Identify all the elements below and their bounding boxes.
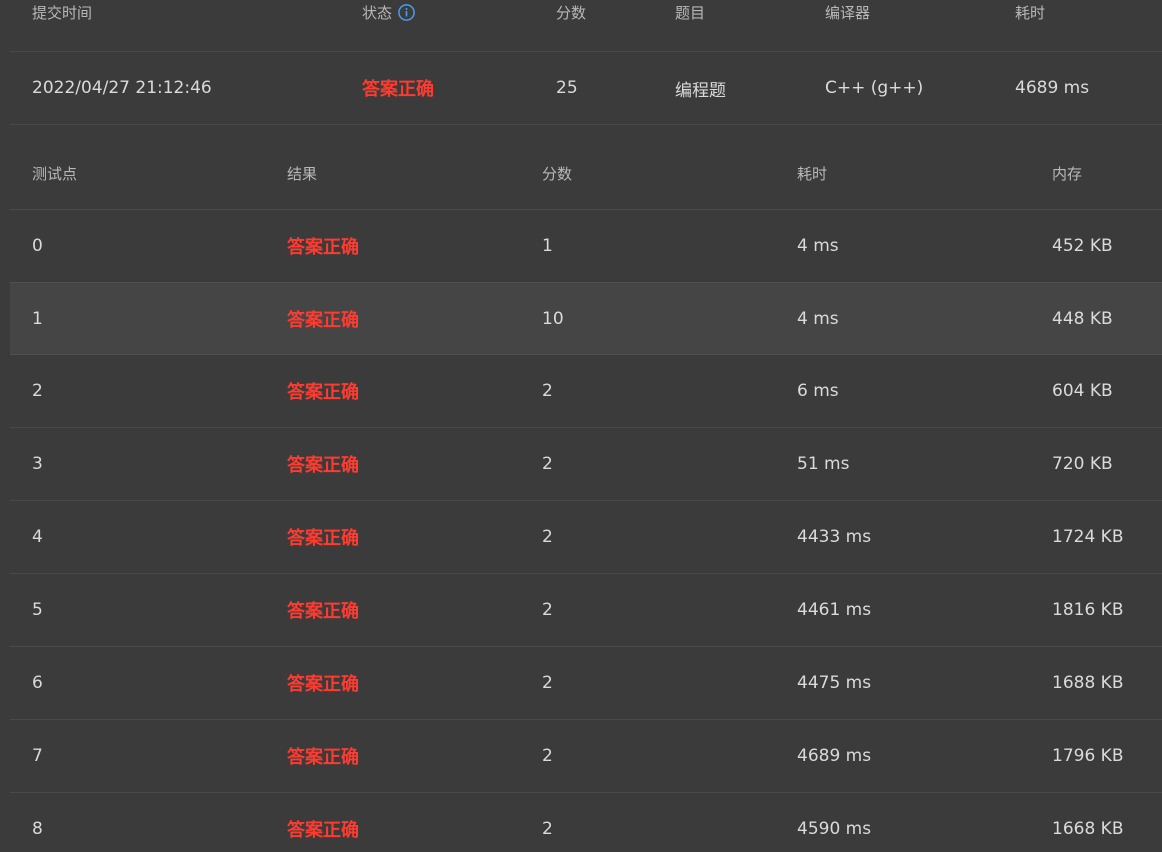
table-row: 2 答案正确 2 6 ms 604 KB [10,355,1162,428]
test-point-id: 8 [32,819,43,839]
test-time: 4689 ms [797,746,872,766]
test-score: 2 [542,527,553,547]
header-memory: 内存 [1052,165,1083,183]
table-row: 5 答案正确 2 4461 ms 1816 KB [10,574,1162,647]
header-problem: 题目 [675,4,706,22]
test-memory: 448 KB [1052,308,1113,329]
table-row: 3 答案正确 2 51 ms 720 KB [10,428,1162,501]
submission-detail: 提交时间 状态 分数 题目 编译器 耗时 2022/04/27 21:12:46… [0,0,1162,852]
test-memory: 1816 KB [1052,600,1124,620]
info-icon[interactable] [398,4,415,21]
header-case-time: 耗时 [797,165,828,183]
header-time: 耗时 [1015,4,1046,22]
total-score: 25 [556,78,578,98]
summary-header-row: 提交时间 状态 分数 题目 编译器 耗时 [10,0,1162,52]
test-point-id: 2 [32,381,43,401]
status-badge: 答案正确 [362,79,434,100]
test-result: 答案正确 [287,237,359,258]
test-time: 4 ms [797,236,839,256]
table-row: 1 答案正确 10 4 ms 448 KB [10,282,1162,355]
test-point-id: 4 [32,527,43,547]
test-score: 10 [542,308,564,329]
test-score: 2 [542,454,553,474]
test-score: 2 [542,381,553,401]
test-result: 答案正确 [287,747,359,768]
test-memory: 720 KB [1052,454,1113,474]
total-time: 4689 ms [1015,78,1090,98]
test-point-id: 1 [32,308,43,329]
test-point-id: 5 [32,600,43,620]
test-point-id: 3 [32,454,43,474]
test-result: 答案正确 [287,309,359,331]
test-time: 4475 ms [797,673,872,693]
test-point-id: 6 [32,673,43,693]
test-point-id: 7 [32,746,43,766]
problem-type: 编程题 [675,80,726,101]
test-time: 4433 ms [797,527,872,547]
cases-header-row: 测试点 结果 分数 耗时 内存 [10,126,1162,210]
header-case-score: 分数 [542,165,573,183]
header-test-point: 测试点 [32,165,78,183]
test-cases-table: 测试点 结果 分数 耗时 内存 0 答案正确 1 4 ms 452 KB 1 答… [10,126,1162,852]
test-time: 51 ms [797,454,850,474]
test-time: 4 ms [797,308,839,329]
test-case-rows: 0 答案正确 1 4 ms 452 KB 1 答案正确 10 4 ms 448 … [10,210,1162,852]
test-memory: 452 KB [1052,236,1113,256]
compiler-name: C++ (g++) [825,78,924,98]
test-result: 答案正确 [287,528,359,549]
submit-time: 2022/04/27 21:12:46 [32,78,212,98]
test-result: 答案正确 [287,601,359,622]
test-memory: 1724 KB [1052,527,1124,547]
test-result: 答案正确 [287,382,359,403]
test-point-id: 0 [32,236,43,256]
test-result: 答案正确 [287,674,359,695]
test-memory: 604 KB [1052,381,1113,401]
test-time: 4590 ms [797,819,872,839]
test-score: 2 [542,819,553,839]
header-status-label: 状态 [362,4,393,22]
table-row: 4 答案正确 2 4433 ms 1724 KB [10,501,1162,574]
test-result: 答案正确 [287,455,359,476]
summary-row: 2022/04/27 21:12:46 答案正确 25 编程题 C++ (g++… [10,52,1162,125]
test-memory: 1688 KB [1052,673,1124,693]
header-submit-time: 提交时间 [32,4,93,22]
test-score: 2 [542,746,553,766]
test-score: 2 [542,673,553,693]
header-compiler: 编译器 [825,4,871,22]
test-score: 2 [542,600,553,620]
test-time: 4461 ms [797,600,872,620]
test-time: 6 ms [797,381,839,401]
table-row: 8 答案正确 2 4590 ms 1668 KB [10,793,1162,852]
header-result: 结果 [287,165,318,183]
header-score: 分数 [556,4,587,22]
test-memory: 1796 KB [1052,746,1124,766]
test-memory: 1668 KB [1052,819,1124,839]
header-status: 状态 [362,0,415,38]
submission-summary-table: 提交时间 状态 分数 题目 编译器 耗时 2022/04/27 21:12:46… [10,0,1162,125]
test-result: 答案正确 [287,820,359,841]
table-row: 6 答案正确 2 4475 ms 1688 KB [10,647,1162,720]
table-row: 0 答案正确 1 4 ms 452 KB [10,210,1162,283]
table-row: 7 答案正确 2 4689 ms 1796 KB [10,720,1162,793]
test-score: 1 [542,236,553,256]
